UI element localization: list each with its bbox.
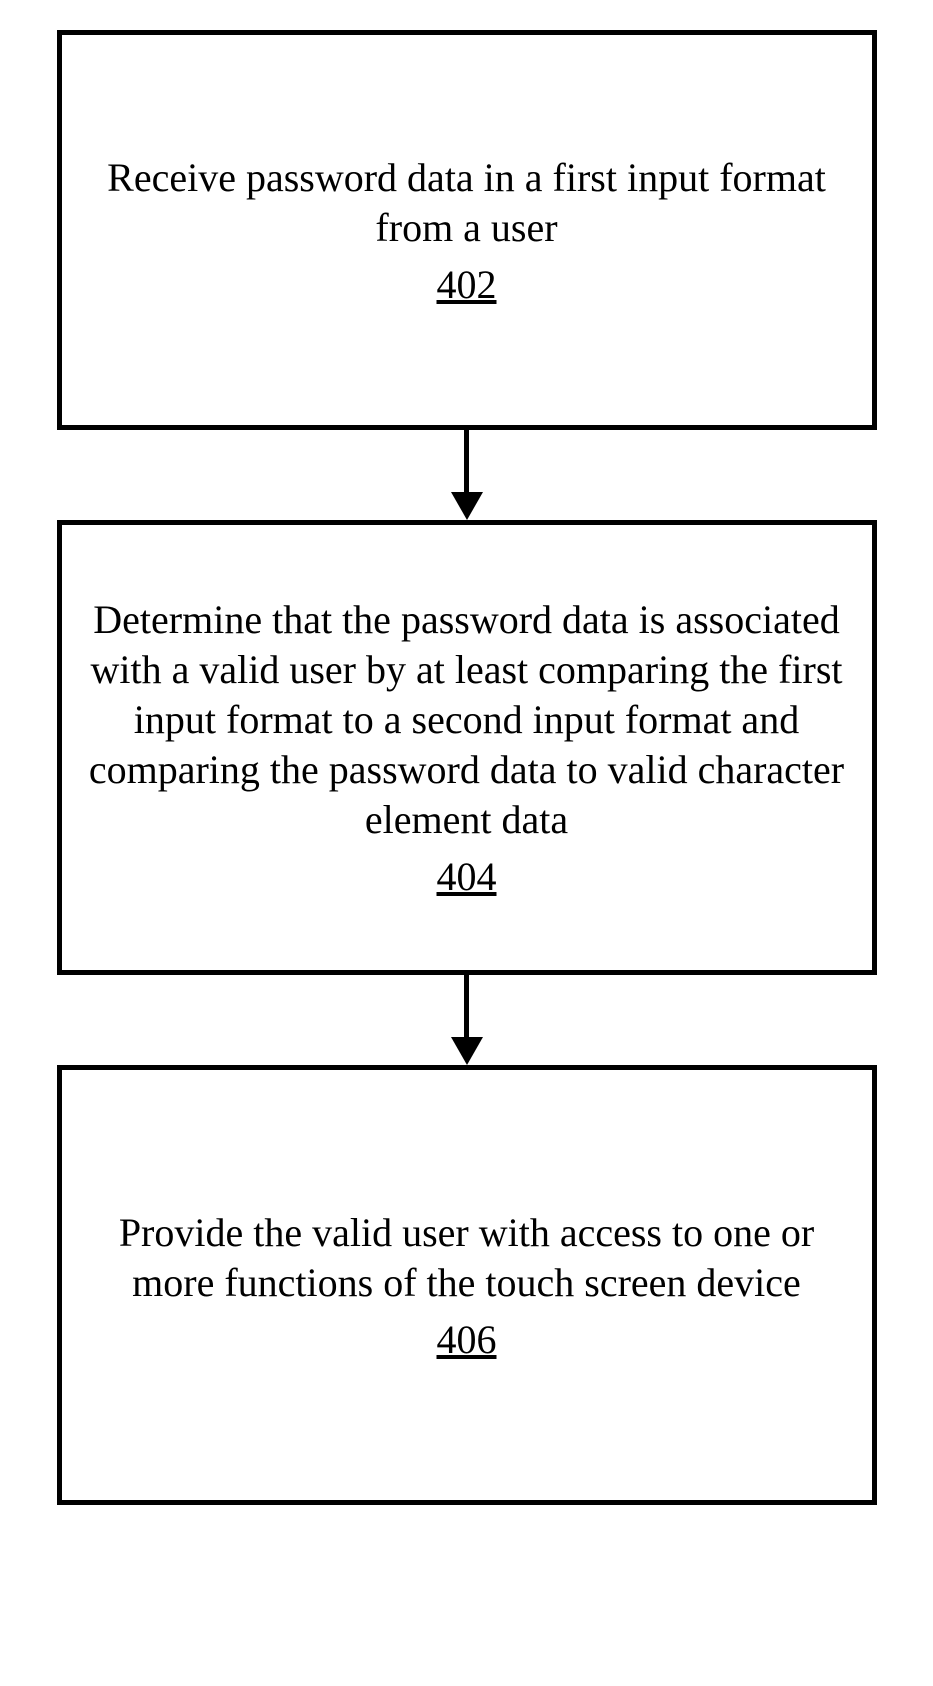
step-text: Provide the valid user with access to on…: [92, 1208, 842, 1308]
step-ref: 404: [437, 853, 497, 900]
step-box-402: Receive password data in a first input f…: [57, 30, 877, 430]
flowchart: Receive password data in a first input f…: [57, 30, 877, 1505]
step-box-406: Provide the valid user with access to on…: [57, 1065, 877, 1505]
step-box-404: Determine that the password data is asso…: [57, 520, 877, 975]
arrow-icon: [451, 430, 483, 520]
arrow-icon: [451, 975, 483, 1065]
step-text: Determine that the password data is asso…: [84, 595, 850, 845]
step-text: Receive password data in a first input f…: [92, 153, 842, 253]
step-ref: 402: [437, 261, 497, 308]
step-ref: 406: [437, 1316, 497, 1363]
